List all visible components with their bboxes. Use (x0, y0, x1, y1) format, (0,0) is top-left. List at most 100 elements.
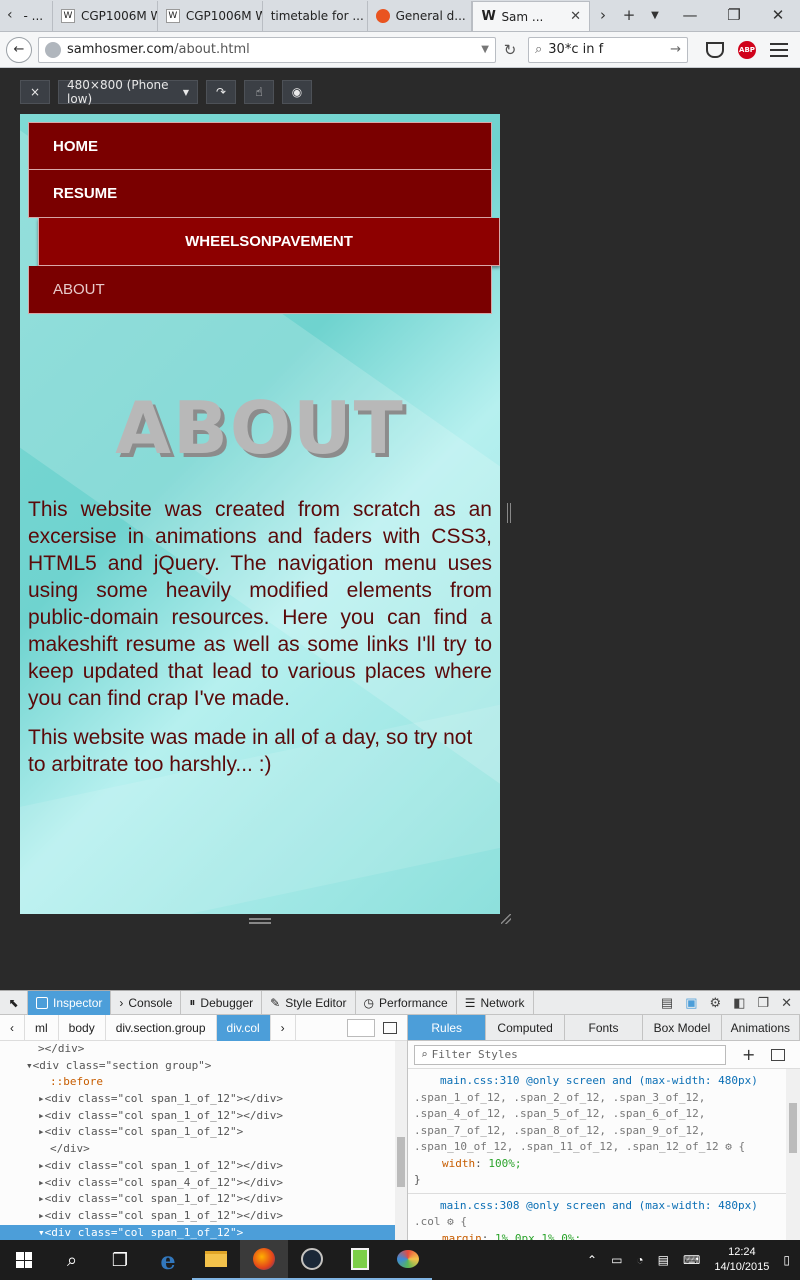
close-icon[interactable]: ✕ (781, 995, 792, 1011)
search-input[interactable]: ⌕ 30*c in f → (528, 36, 688, 63)
tab-5-active[interactable]: W Sam ... ✕ (472, 1, 591, 31)
clock-time: 12:24 (728, 1246, 756, 1258)
markup-line[interactable]: </div> (0, 1141, 407, 1158)
undock-icon[interactable]: ❐ (757, 995, 769, 1011)
breadcrumb-item[interactable]: div.section.group (106, 1014, 217, 1041)
tab-4[interactable]: General d... (368, 1, 473, 31)
pocket-icon[interactable] (706, 41, 724, 58)
tab-network[interactable]: ☰ Network (457, 990, 534, 1015)
tab-0[interactable]: - ... (20, 1, 53, 31)
dock-side-icon[interactable]: ◧ (733, 995, 745, 1011)
tab-rules[interactable]: Rules (408, 1015, 487, 1040)
breadcrumb-item-active[interactable]: div.col (216, 1014, 271, 1041)
file-explorer-button[interactable] (192, 1240, 240, 1280)
nav-item-home[interactable]: HOME (28, 122, 492, 170)
menu-icon[interactable] (770, 42, 788, 57)
toggle-sidebar-icon[interactable] (383, 1021, 397, 1034)
reload-icon[interactable]: ↻ (496, 41, 524, 59)
markup-line[interactable]: ▸<div class="col span_1_of_12"></div> (0, 1091, 407, 1108)
markup-line[interactable]: ▾<div class="section group"> (0, 1058, 407, 1075)
viewport-width-resize-handle[interactable] (507, 503, 511, 523)
responsive-mode-icon[interactable]: ▣ (685, 995, 697, 1011)
markup-line[interactable]: ▸<div class="col span_4_of_12"></div> (0, 1175, 407, 1192)
back-button[interactable]: ← (6, 36, 32, 63)
rule-source-link[interactable]: main.css:308 @only screen and (max-width… (414, 1198, 794, 1215)
tab-box-model[interactable]: Box Model (643, 1015, 722, 1040)
tab-scroll-left-icon[interactable]: ‹ (0, 0, 20, 31)
scrollbar-thumb[interactable] (789, 1103, 797, 1153)
new-tab-icon[interactable]: + (616, 6, 642, 24)
search-button[interactable]: ⌕ (48, 1240, 96, 1280)
markup-line[interactable]: ▸<div class="col span_1_of_12"></div> (0, 1208, 407, 1225)
viewport-corner-resize-handle[interactable] (501, 914, 511, 924)
chevron-down-icon[interactable]: ▼ (481, 44, 489, 55)
breadcrumb-item[interactable]: body (59, 1014, 106, 1041)
nav-item-wheelsonpavement[interactable]: WHEELSONPAVEMENT (38, 218, 500, 266)
tab-performance[interactable]: ◷ Performance (356, 990, 457, 1015)
wifi-icon[interactable]: ◔ (636, 1253, 643, 1267)
firefox-button[interactable] (240, 1240, 288, 1280)
tab-computed[interactable]: Computed (486, 1015, 565, 1040)
markup-line[interactable]: ▸<div class="col span_1_of_12"></div> (0, 1191, 407, 1208)
tab-console[interactable]: › Console (111, 990, 182, 1015)
clock[interactable]: 12:24 14/10/2015 (714, 1245, 769, 1275)
minimize-icon[interactable]: — (668, 6, 712, 24)
nav-item-resume[interactable]: RESUME (28, 170, 492, 218)
element-picker-icon[interactable]: ⬉ (0, 990, 28, 1015)
keyboard-icon[interactable]: ⌨ (683, 1253, 700, 1267)
rdm-close-button[interactable]: × (20, 80, 50, 104)
gear-icon[interactable]: ⚙ (709, 995, 721, 1011)
tab-list-icon[interactable]: ▼ (642, 10, 668, 21)
tab-animations[interactable]: Animations (722, 1015, 800, 1040)
split-console-icon[interactable]: ▤ (661, 995, 673, 1011)
tab-3[interactable]: timetable for ... (263, 1, 368, 31)
tab-fonts[interactable]: Fonts (565, 1015, 644, 1040)
markup-line[interactable]: ▸<div class="col span_1_of_12"> (0, 1124, 407, 1141)
start-button[interactable] (0, 1240, 48, 1280)
markup-line-selected[interactable]: ▾<div class="col span_1_of_12"> (0, 1224, 407, 1242)
arrow-right-icon[interactable]: → (670, 42, 681, 57)
rdm-preset-select[interactable]: 480×800 (Phone low) ▼ (58, 78, 198, 106)
tab-2[interactable]: W CGP1006M W... (158, 1, 263, 31)
tab-1[interactable]: W CGP1006M W... (53, 1, 158, 31)
close-tab-icon[interactable]: ✕ (570, 9, 581, 24)
notepad-button[interactable] (336, 1240, 384, 1280)
markup-search-input[interactable] (347, 1018, 375, 1037)
rule-source-link[interactable]: main.css:310 @only screen and (max-width… (414, 1073, 794, 1090)
breadcrumb-item[interactable]: ml (25, 1014, 59, 1041)
edge-button[interactable]: e (144, 1240, 192, 1280)
steam-button[interactable] (288, 1240, 336, 1280)
rule-declaration[interactable]: width: 100%; (414, 1156, 794, 1173)
url-bar[interactable]: samhosmer.com/about.html ▼ (38, 36, 496, 63)
restore-icon[interactable]: ❐ (712, 6, 756, 24)
filter-styles-input[interactable]: ⌕ Filter Styles (414, 1044, 726, 1065)
markup-line[interactable]: ▸<div class="col span_1_of_12"></div> (0, 1158, 407, 1175)
markup-line[interactable]: ▸<div class="col span_1_of_12"></div> (0, 1108, 407, 1125)
add-rule-icon[interactable]: + (742, 1045, 755, 1064)
battery-icon[interactable]: ▭ (611, 1253, 622, 1267)
breadcrumb-scroll-left-icon[interactable]: ‹ (0, 1014, 25, 1041)
breadcrumb-scroll-right-icon[interactable]: › (271, 1014, 296, 1041)
markup-line[interactable]: ></div> (0, 1041, 407, 1058)
chevron-up-icon[interactable]: ⌃ (587, 1253, 597, 1267)
touch-button[interactable]: ☝ (244, 80, 274, 104)
action-center-icon[interactable]: ▯ (783, 1253, 790, 1267)
tab-scroll-right-icon[interactable]: › (590, 6, 616, 24)
nav-item-about[interactable]: ABOUT (28, 266, 492, 314)
scrollbar-thumb[interactable] (397, 1137, 405, 1187)
close-window-icon[interactable]: ✕ (756, 6, 800, 24)
rotate-button[interactable]: ↷ (206, 80, 236, 104)
task-view-button[interactable]: ❐ (96, 1240, 144, 1280)
scrollbar[interactable] (395, 1041, 407, 1241)
notifications-icon[interactable]: ▤ (658, 1253, 669, 1267)
adblock-icon[interactable]: ABP (738, 40, 756, 59)
markup-line[interactable]: ::before (0, 1074, 407, 1091)
toggle-pseudo-class-icon[interactable] (771, 1048, 786, 1061)
viewport-height-resize-handle[interactable] (249, 918, 271, 924)
tab-inspector[interactable]: Inspector (28, 990, 112, 1015)
screenshot-button[interactable]: ◉ (282, 80, 312, 104)
tab-style-editor[interactable]: ✎ Style Editor (262, 990, 356, 1015)
scrollbar[interactable] (786, 1069, 800, 1241)
paint-button[interactable] (384, 1240, 432, 1280)
tab-debugger[interactable]: ⏸ Debugger (181, 990, 263, 1015)
